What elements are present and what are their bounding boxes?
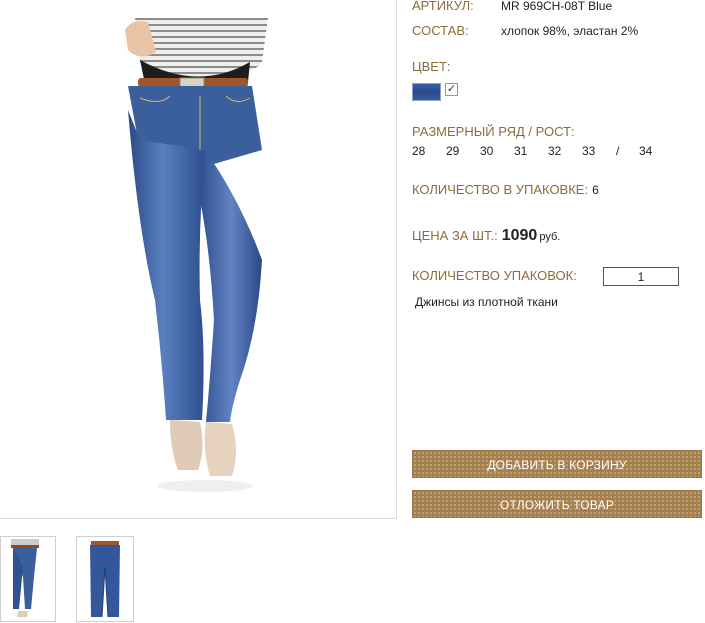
size-32: 32	[548, 144, 562, 158]
thumbnail-2[interactable]	[76, 536, 134, 622]
pack-row: КОЛИЧЕСТВО В УПАКОВКЕ: 6	[412, 181, 599, 199]
price-label: ЦЕНА ЗА ШТ.:	[412, 228, 498, 243]
size-33: 33	[582, 144, 596, 158]
composition-label: СОСТАВ:	[412, 23, 469, 38]
size-31: 31	[514, 144, 528, 158]
main-product-image[interactable]	[0, 0, 397, 519]
size-28: 28	[412, 144, 426, 158]
price-row: ЦЕНА ЗА ШТ.: 1090 руб.	[412, 227, 560, 245]
qty-input[interactable]	[603, 267, 679, 286]
color-checkbox[interactable]: ✓	[445, 83, 458, 96]
price-currency: руб.	[539, 231, 561, 243]
pack-value: 6	[592, 183, 599, 197]
pack-label: КОЛИЧЕСТВО В УПАКОВКЕ:	[412, 182, 589, 197]
size-34: 34	[639, 144, 653, 158]
sizes-label: РАЗМЕРНЫЙ РЯД / РОСТ:	[412, 124, 575, 139]
price-value: 1090	[501, 227, 538, 244]
thumbnail-1[interactable]	[0, 536, 56, 622]
article-label: АРТИКУЛ:	[412, 0, 474, 13]
size-29: 29	[446, 144, 460, 158]
qty-label: КОЛИЧЕСТВО УПАКОВОК:	[412, 268, 577, 283]
color-label: ЦВЕТ:	[412, 59, 451, 74]
composition-value: хлопок 98%, эластан 2%	[501, 24, 639, 38]
size-separator: /	[616, 144, 620, 158]
article-value: MR 969CH-08T Blue	[501, 0, 613, 13]
color-swatch-blue[interactable]	[412, 83, 441, 101]
defer-item-button[interactable]: ОТЛОЖИТЬ ТОВАР	[412, 490, 702, 518]
product-description: Джинсы из плотной ткани	[415, 295, 558, 309]
size-30: 30	[480, 144, 494, 158]
add-to-cart-button[interactable]: ДОБАВИТЬ В КОРЗИНУ	[412, 450, 702, 478]
